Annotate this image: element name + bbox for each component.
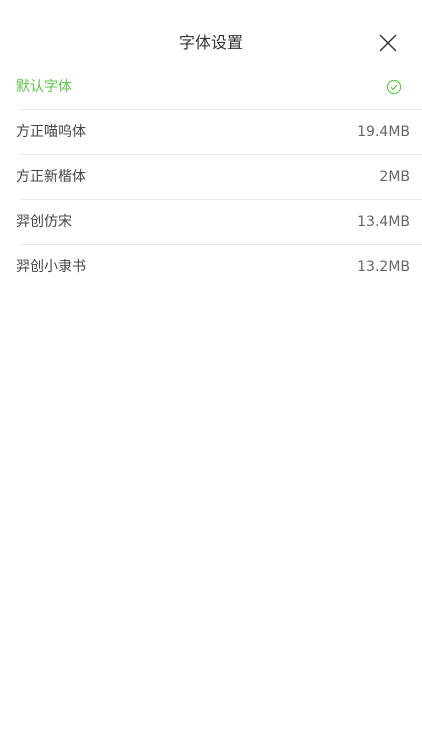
close-icon bbox=[379, 34, 397, 52]
font-item-yichuang-fangsong[interactable]: 羿创仿宋 13.4MB bbox=[16, 200, 422, 245]
font-item-fangzheng-miaowu[interactable]: 方正喵呜体 19.4MB bbox=[16, 110, 422, 155]
page-title: 字体设置 bbox=[178, 33, 243, 52]
check-circle-icon bbox=[386, 79, 402, 95]
font-item-size: 13.4MB bbox=[357, 214, 410, 230]
font-item-label: 默认字体 bbox=[16, 79, 72, 95]
font-item-fangzheng-xinkai[interactable]: 方正新楷体 2MB bbox=[16, 155, 422, 200]
font-item-size: 13.2MB bbox=[357, 259, 410, 275]
close-button[interactable] bbox=[376, 31, 400, 55]
font-item-size: 2MB bbox=[379, 169, 410, 185]
font-item-default[interactable]: 默认字体 bbox=[16, 65, 422, 110]
font-item-label: 方正喵呜体 bbox=[16, 124, 86, 140]
font-item-size: 19.4MB bbox=[357, 124, 410, 140]
font-item-label: 羿创仿宋 bbox=[16, 214, 72, 230]
font-list: 默认字体 方正喵呜体 19.4MB 方正新楷体 2MB 羿创仿宋 13.4MB … bbox=[0, 65, 422, 289]
font-item-label: 羿创小隶书 bbox=[16, 259, 86, 275]
font-item-label: 方正新楷体 bbox=[16, 169, 86, 185]
font-item-yichuang-xiaolishu[interactable]: 羿创小隶书 13.2MB bbox=[16, 245, 422, 289]
